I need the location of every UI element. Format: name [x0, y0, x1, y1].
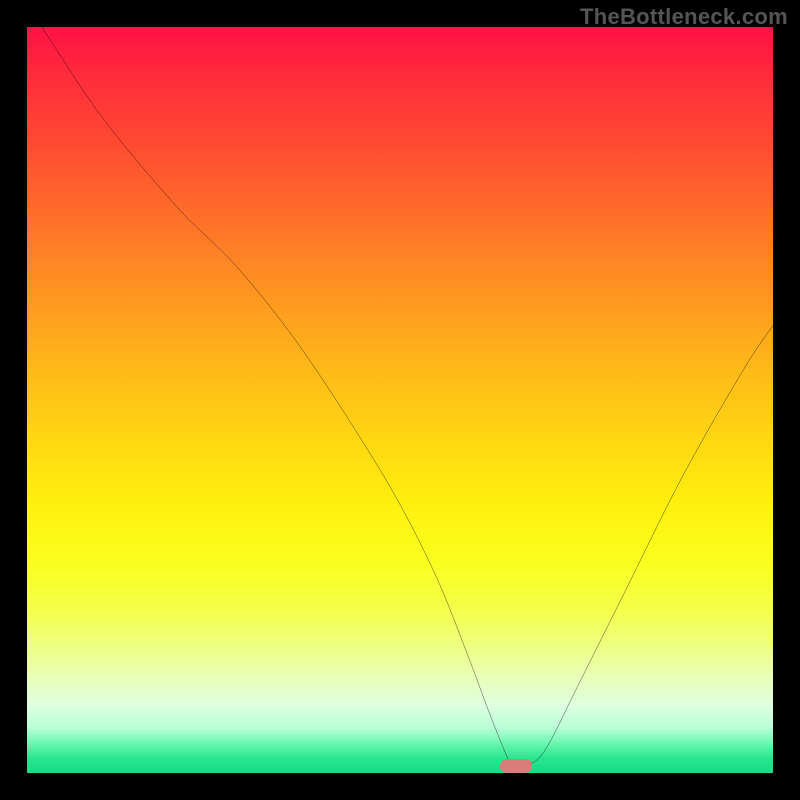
plot-area	[27, 27, 773, 773]
optimal-point-marker	[500, 759, 532, 773]
chart-frame: TheBottleneck.com	[0, 0, 800, 800]
curve-path	[42, 27, 773, 767]
bottleneck-curve	[27, 27, 773, 773]
watermark-text: TheBottleneck.com	[580, 4, 788, 30]
